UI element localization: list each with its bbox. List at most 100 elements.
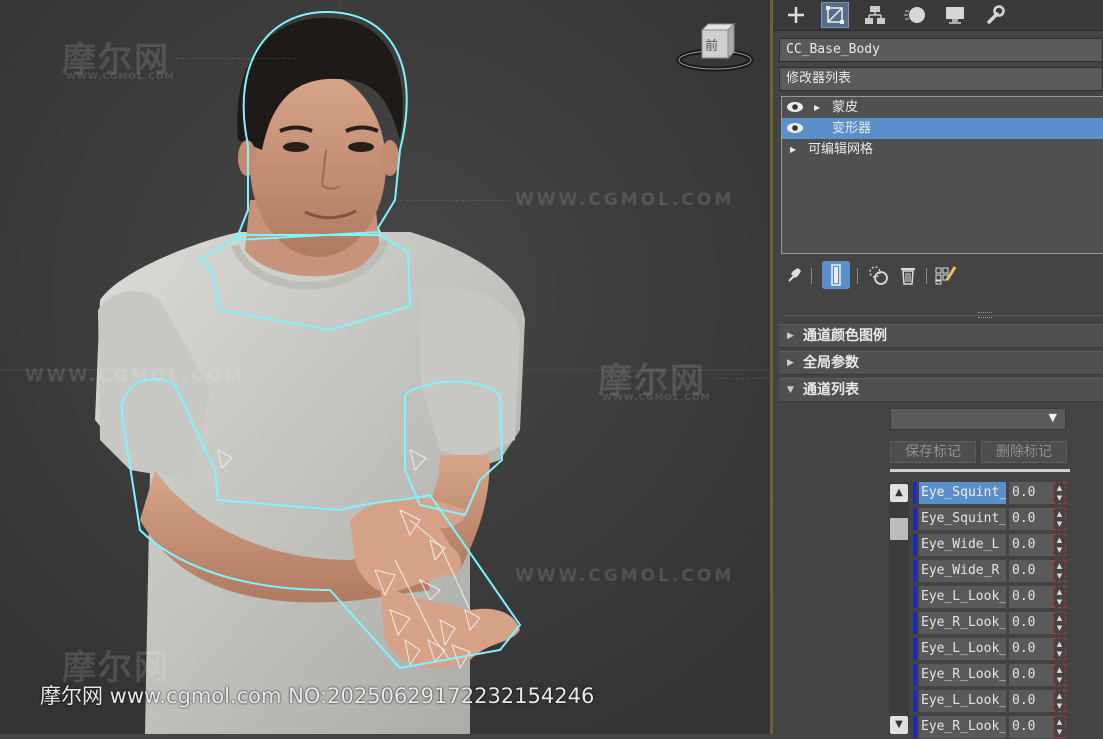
collapsed-arrow-icon: ▶ [787, 358, 794, 368]
channel-color-marker [913, 586, 917, 608]
eye-icon[interactable] [786, 100, 804, 114]
channel-name-button[interactable]: Eye_Wide_R [919, 560, 1006, 582]
channel-name-button[interactable]: Eye_R_Look_ [919, 716, 1006, 738]
stack-item-label: 可编辑网格 [808, 142, 874, 157]
show-end-result-button[interactable] [822, 261, 850, 289]
stack-toolbar [781, 261, 981, 290]
remove-modifier-icon [901, 268, 915, 285]
configure-modifier-sets-button[interactable] [933, 262, 959, 288]
channel-color-marker [913, 508, 917, 530]
rollout-channel-list[interactable]: ▼ 通道列表 [779, 378, 1103, 402]
hierarchy-tab[interactable] [861, 2, 889, 28]
channel-row[interactable]: Eye_Squint_ 0.0 ▲ ▼ [913, 481, 1073, 505]
modifier-stack[interactable]: ▶ 蒙皮 变形器 ▶ 可编辑网格 [781, 96, 1103, 254]
channel-color-marker [913, 534, 917, 556]
expand-arrow-icon[interactable]: ▶ [814, 97, 820, 118]
panel-resize-grip[interactable] [978, 312, 992, 318]
channel-name-button[interactable]: Eye_Squint_ [919, 508, 1006, 530]
display-tab[interactable] [941, 2, 969, 28]
utilities-tab[interactable] [981, 2, 1009, 28]
channel-row[interactable]: Eye_L_Look_ 0.0 ▲ ▼ [913, 689, 1073, 713]
channel-value-field[interactable]: 0.0 [1009, 690, 1053, 712]
channel-scrollbar[interactable]: ▲ ▼ [889, 482, 909, 734]
channel-name-button[interactable]: Eye_L_Look_ [919, 690, 1006, 712]
stack-item-label: 变形器 [832, 121, 872, 136]
viewcube[interactable]: 前 [676, 22, 754, 76]
utilities-icon [987, 5, 1005, 24]
perspective-viewport[interactable]: 摩尔网 WWW.CGMOL.COM WWW.CGMOL.COM 摩尔网 WWW.… [0, 0, 770, 734]
channel-spinner[interactable]: ▲ ▼ [1053, 508, 1066, 530]
channel-spinner[interactable]: ▲ ▼ [1053, 482, 1066, 504]
make-unique-button[interactable] [865, 262, 891, 288]
stack-item-editable-mesh[interactable]: ▶ 可编辑网格 [782, 139, 1103, 160]
channel-row[interactable]: Eye_Wide_L 0.0 ▲ ▼ [913, 533, 1073, 557]
watermark-url: WWW.CGMOL.COM [25, 366, 245, 386]
modifier-list-dropdown[interactable]: 修改器列表 [779, 67, 1103, 91]
channel-color-marker [913, 690, 917, 712]
channel-row[interactable]: Eye_L_Look_ 0.0 ▲ ▼ [913, 637, 1073, 661]
object-name-field[interactable]: CC_Base_Body [779, 38, 1103, 62]
channel-spinner[interactable]: ▲ ▼ [1053, 612, 1066, 634]
motion-icon [904, 7, 925, 23]
channel-spinner[interactable]: ▲ ▼ [1053, 586, 1066, 608]
marker-dropdown[interactable]: ▼ [890, 408, 1066, 430]
channel-row[interactable]: Eye_R_Look_ 0.0 ▲ ▼ [913, 611, 1073, 635]
rollout-channel-color-legend[interactable]: ▶ 通道颜色图例 [779, 324, 1103, 348]
channel-value-field[interactable]: 0.0 [1009, 638, 1053, 660]
channel-spinner[interactable]: ▲ ▼ [1053, 534, 1066, 556]
watermark-url: WWW.CGMOL.COM [515, 566, 735, 586]
collapsed-arrow-icon: ▶ [787, 331, 794, 341]
watermark-dash [710, 378, 770, 379]
create-tab[interactable] [782, 2, 810, 28]
remove-modifier-button[interactable] [895, 262, 921, 288]
channel-color-marker [913, 612, 917, 634]
toolbar-separator [857, 268, 858, 284]
pin-stack-button[interactable] [781, 262, 807, 288]
stack-item-skin[interactable]: ▶ 蒙皮 [782, 97, 1103, 118]
channel-name-button[interactable]: Eye_R_Look_ [919, 664, 1006, 686]
expanded-arrow-icon: ▼ [787, 385, 794, 395]
channel-spinner[interactable]: ▲ ▼ [1053, 690, 1066, 712]
scroll-up-button[interactable]: ▲ [890, 484, 908, 502]
watermark-caption: 摩尔网 www.cgmol.com NO:2025062917223215424… [40, 684, 595, 708]
motion-tab[interactable] [901, 2, 929, 28]
channel-value-field[interactable]: 0.0 [1009, 482, 1053, 504]
channel-name-button[interactable]: Eye_R_Look_ [919, 612, 1006, 634]
channel-value-field[interactable]: 0.0 [1009, 664, 1053, 686]
modify-tab[interactable] [821, 2, 849, 28]
rollout-global-parameters[interactable]: ▶ 全局参数 [779, 351, 1103, 375]
channel-row[interactable]: Eye_R_Look_ 0.0 ▲ ▼ [913, 715, 1073, 739]
channel-color-marker [913, 482, 917, 504]
channel-value-field[interactable]: 0.0 [1009, 612, 1053, 634]
channel-row[interactable]: Eye_Squint_ 0.0 ▲ ▼ [913, 507, 1073, 531]
channel-name-button[interactable]: Eye_L_Look_ [919, 586, 1006, 608]
toolbar-separator [811, 268, 812, 284]
command-panel: CC_Base_Body 修改器列表 ▶ 蒙皮 变形器 ▶ 可编辑网格 ▶ 通道… [773, 0, 1103, 738]
command-panel-tabs [773, 0, 1103, 31]
channel-row[interactable]: Eye_Wide_R 0.0 ▲ ▼ [913, 559, 1073, 583]
channel-spinner[interactable]: ▲ ▼ [1053, 716, 1066, 738]
panel-divider [783, 315, 1103, 316]
channel-row[interactable]: Eye_L_Look_ 0.0 ▲ ▼ [913, 585, 1073, 609]
save-marker-button[interactable]: 保存标记 [890, 441, 976, 463]
expand-arrow-icon[interactable]: ▶ [790, 139, 796, 160]
channel-value-field[interactable]: 0.0 [1009, 534, 1053, 556]
channel-name-button[interactable]: Eye_Squint_ [919, 482, 1006, 504]
channel-name-button[interactable]: Eye_Wide_L [919, 534, 1006, 556]
channel-value-field[interactable]: 0.0 [1009, 586, 1053, 608]
channel-value-field[interactable]: 0.0 [1009, 716, 1053, 738]
channel-value-field[interactable]: 0.0 [1009, 508, 1053, 530]
channel-value-field[interactable]: 0.0 [1009, 560, 1053, 582]
channel-name-button[interactable]: Eye_L_Look_ [919, 638, 1006, 660]
scroll-thumb[interactable] [890, 518, 908, 540]
eye-icon[interactable] [786, 121, 804, 135]
channel-spinner[interactable]: ▲ ▼ [1053, 638, 1066, 660]
toolbar-separator [926, 268, 927, 284]
scroll-down-button[interactable]: ▼ [890, 716, 908, 734]
channel-spinner[interactable]: ▲ ▼ [1053, 664, 1066, 686]
dropdown-arrow-icon: ▼ [1048, 411, 1057, 424]
stack-item-morpher[interactable]: 变形器 [782, 118, 1103, 139]
channel-row[interactable]: Eye_R_Look_ 0.0 ▲ ▼ [913, 663, 1073, 687]
channel-spinner[interactable]: ▲ ▼ [1053, 560, 1066, 582]
delete-marker-button[interactable]: 删除标记 [981, 441, 1067, 463]
